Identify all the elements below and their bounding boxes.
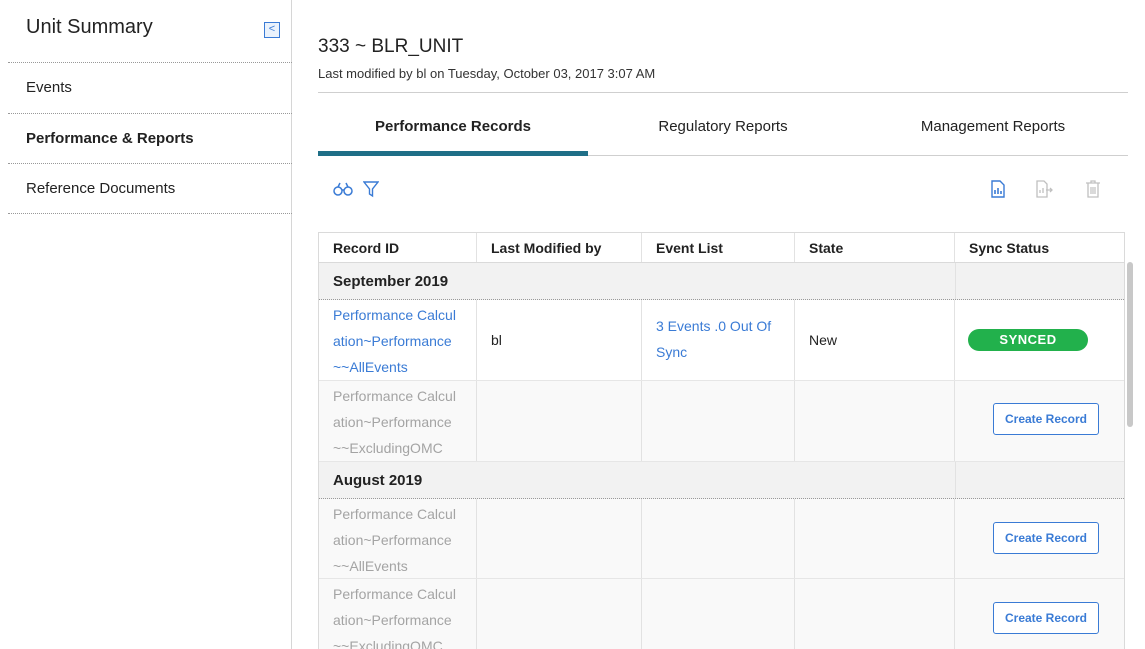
divider (8, 213, 292, 214)
record-id-text: Performance Calcul (333, 388, 456, 404)
filter-icon[interactable] (360, 178, 382, 200)
table-row: Performance Calcul ation~Performance ~~E… (319, 381, 1124, 462)
record-id-cell: Performance Calcul ation~Performance ~~E… (319, 381, 477, 461)
toolbar (318, 178, 1128, 204)
last-modified-by-cell (477, 499, 642, 578)
column-header-event-list[interactable]: Event List (642, 233, 795, 262)
create-record-button[interactable]: Create Record (993, 522, 1099, 554)
sync-status-cell: Create Record (955, 499, 1124, 578)
tab-management-reports[interactable]: Management Reports (858, 118, 1128, 135)
state-cell (795, 499, 955, 578)
sidebar-item-performance-reports[interactable]: Performance & Reports (26, 130, 194, 147)
state-cell: New (795, 300, 955, 380)
table-scrollbar[interactable] (1127, 262, 1133, 427)
create-record-button[interactable]: Create Record (993, 403, 1099, 435)
create-record-button[interactable]: Create Record (993, 602, 1099, 634)
state-cell (795, 381, 955, 461)
column-header-record-id[interactable]: Record ID (319, 233, 477, 262)
record-id-link[interactable]: Performance Calcul (333, 302, 476, 328)
state-cell (795, 579, 955, 649)
record-id-cell: Performance Calcul ation~Performance ~~A… (319, 499, 477, 578)
sync-status-cell: Create Record (955, 579, 1124, 649)
column-header-sync-status[interactable]: Sync Status (955, 233, 1124, 262)
divider (8, 163, 292, 164)
event-list-link[interactable]: Sync (656, 339, 794, 365)
group-label: August 2019 (333, 471, 423, 489)
sidebar-item-events[interactable]: Events (26, 79, 72, 96)
collapse-sidebar-button[interactable]: < (264, 22, 280, 38)
group-row: September 2019 (319, 263, 1124, 300)
record-id-text: ~~ExcludingOMC (333, 638, 443, 649)
sidebar: Unit Summary < Events Performance & Repo… (0, 0, 292, 649)
synced-status-badge: SYNCED (968, 329, 1088, 351)
last-modified-by-cell (477, 579, 642, 649)
column-header-last-modified-by[interactable]: Last Modified by (477, 233, 642, 262)
record-id-text: ation~Performance (333, 414, 452, 430)
divider (318, 92, 1128, 93)
event-list-cell (642, 381, 795, 461)
tab-performance-records[interactable]: Performance Records (318, 118, 588, 135)
event-list-cell (642, 499, 795, 578)
table-row: Performance Calcul ation~Performance ~~A… (319, 499, 1124, 579)
last-modified-by-cell (477, 381, 642, 461)
sidebar-title: Unit Summary (26, 16, 153, 38)
divider (8, 113, 292, 114)
record-id-text: Performance Calcul (333, 586, 456, 602)
table-row: Performance Calcul ation~Performance ~~E… (319, 579, 1124, 649)
group-row: August 2019 (319, 462, 1124, 499)
event-list-link[interactable]: 3 Events .0 Out Of (656, 313, 794, 339)
column-header-state[interactable]: State (795, 233, 955, 262)
active-tab-indicator (318, 151, 588, 156)
record-id-text: ~~AllEvents (333, 558, 408, 574)
divider (8, 62, 292, 63)
sync-status-cell: SYNCED (955, 300, 1124, 380)
sidebar-item-reference-documents[interactable]: Reference Documents (26, 180, 175, 197)
last-modified-by-cell: bl (477, 300, 642, 380)
event-list-cell (642, 579, 795, 649)
delete-icon[interactable] (1082, 178, 1104, 200)
last-modified-text: Last modified by bl on Tuesday, October … (318, 66, 656, 81)
sync-status-cell: Create Record (955, 381, 1124, 461)
record-id-text: ation~Performance (333, 532, 452, 548)
report-icon[interactable] (987, 178, 1009, 200)
event-list-cell[interactable]: 3 Events .0 Out Of Sync (642, 300, 795, 380)
tab-bar: Performance Records Regulatory Reports M… (318, 106, 1128, 156)
tab-regulatory-reports[interactable]: Regulatory Reports (588, 118, 858, 135)
records-table: Record ID Last Modified by Event List St… (318, 232, 1125, 649)
record-id-text: ~~ExcludingOMC (333, 440, 443, 456)
binoculars-icon[interactable] (332, 178, 354, 200)
record-id-text: ation~Performance (333, 612, 452, 628)
main-content: 333 ~ BLR_UNIT Last modified by bl on Tu… (318, 0, 1128, 649)
record-id-cell: Performance Calcul ation~Performance ~~E… (319, 579, 477, 649)
export-icon[interactable] (1034, 178, 1056, 200)
record-id-link[interactable]: ation~Performance (333, 328, 476, 354)
table-header: Record ID Last Modified by Event List St… (319, 233, 1124, 263)
record-id-cell[interactable]: Performance Calcul ation~Performance ~~A… (319, 300, 477, 380)
record-id-text: Performance Calcul (333, 506, 456, 522)
table-row[interactable]: Performance Calcul ation~Performance ~~A… (319, 300, 1124, 381)
group-label: September 2019 (333, 272, 449, 290)
page-title: 333 ~ BLR_UNIT (318, 36, 464, 57)
record-id-link[interactable]: ~~AllEvents (333, 354, 476, 380)
